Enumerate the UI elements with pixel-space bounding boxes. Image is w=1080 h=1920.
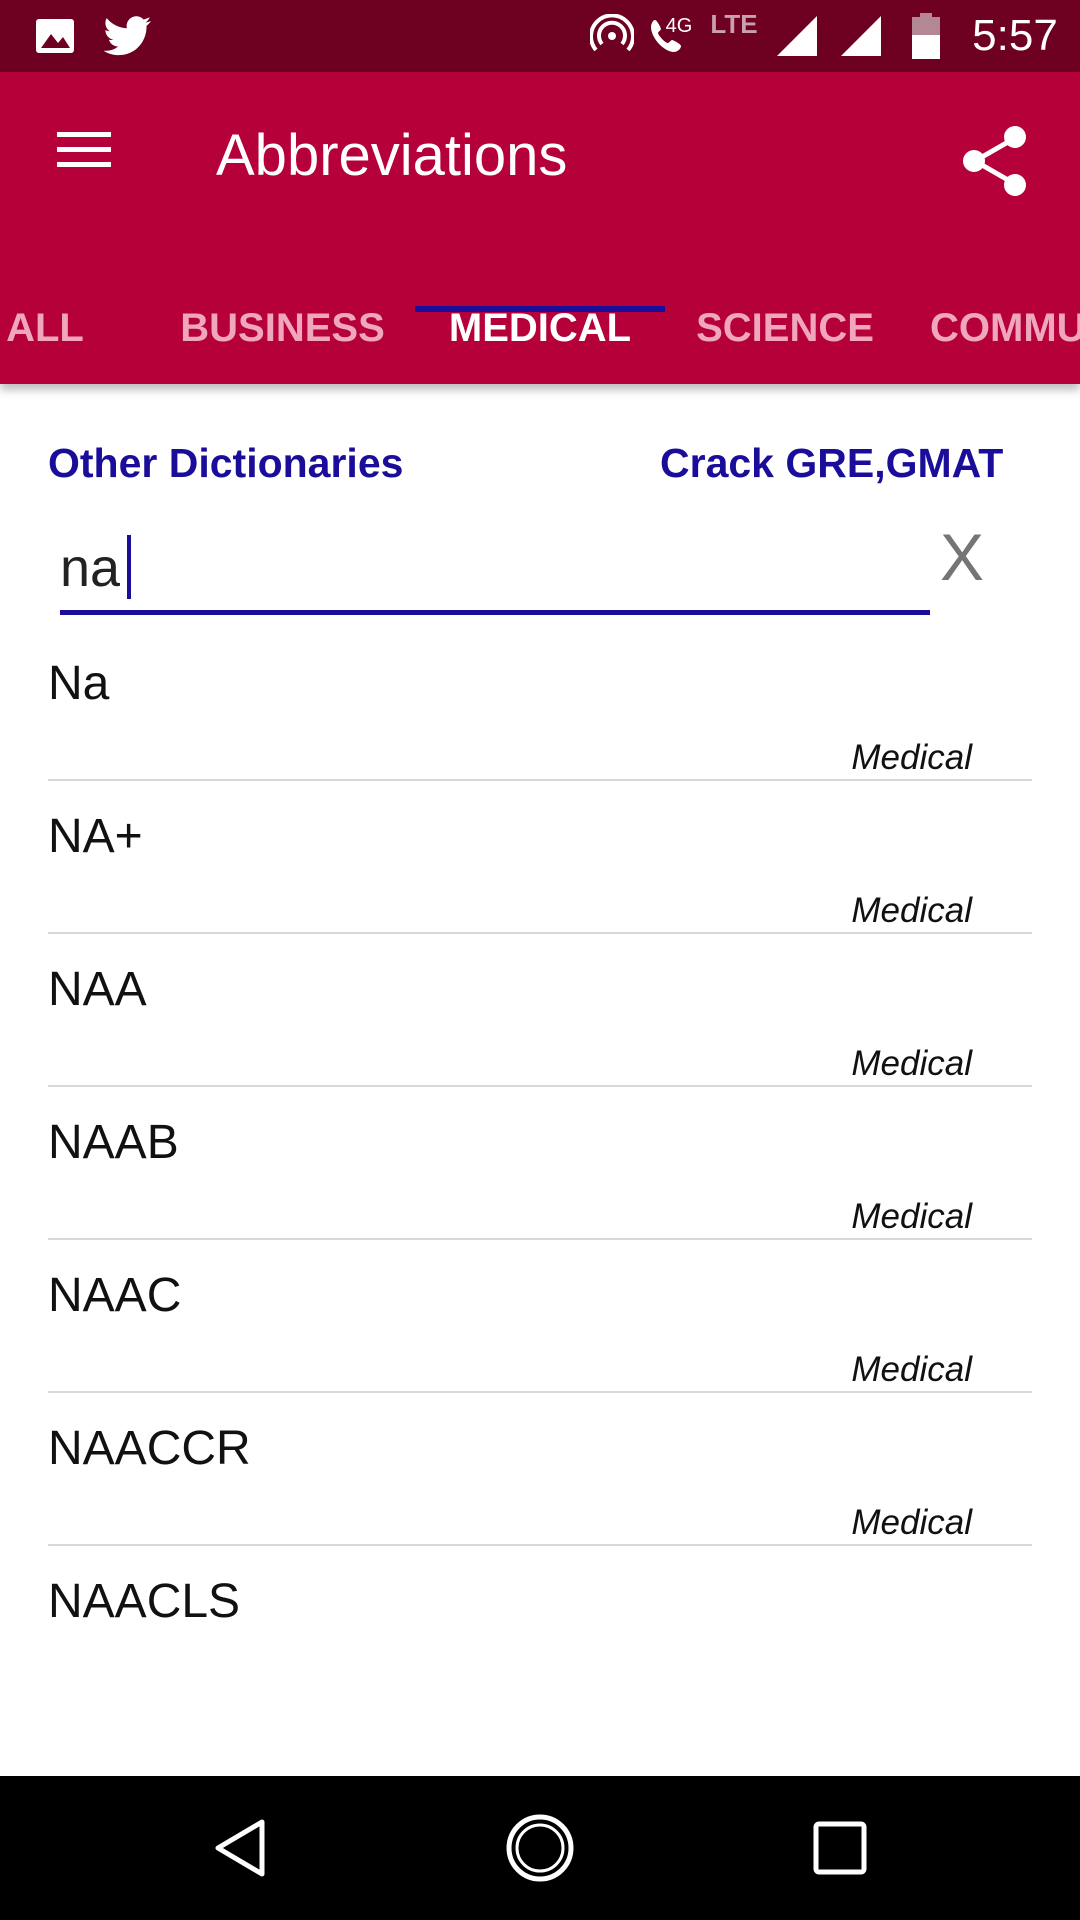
search-field [60,525,930,615]
twitter-icon [100,0,156,72]
signal-icon [836,0,886,72]
abbreviation-term: NAA [48,963,147,1016]
recents-icon [813,1821,867,1875]
active-tab-indicator [415,306,665,312]
signal-icon [772,0,822,72]
abbreviation-term: NAACLS [48,1575,241,1628]
share-button[interactable] [950,116,1040,206]
menu-icon [57,132,111,167]
abbreviation-term: NAAC [48,1269,182,1322]
navigation-bar [0,1776,1080,1920]
menu-button[interactable] [40,112,130,188]
tab-business[interactable]: BUSINESS [160,272,405,384]
abbreviation-term: Na [48,657,110,710]
list-item[interactable]: NA+ Medical [48,781,1032,934]
home-button[interactable] [490,1798,590,1898]
list-item[interactable]: NAAC Medical [48,1240,1032,1393]
tab-medical[interactable]: MEDICAL [415,272,665,384]
clear-search-button[interactable]: X [930,515,994,599]
list-item[interactable]: NAA Medical [48,934,1032,1087]
network-lte-label: LTE [710,8,758,39]
abbreviation-category: Medical [851,891,972,930]
abbreviation-category: Medical [851,738,972,777]
home-icon [506,1814,574,1882]
page-title: Abbreviations [216,123,568,188]
results-list: Na Medical NA+ Medical NAA Medical NAAB … [48,628,1032,1776]
battery-icon [906,0,946,72]
tab-communication[interactable]: COMMU [930,272,1080,384]
other-dictionaries-link[interactable]: Other Dictionaries [48,440,403,487]
search-input[interactable] [60,525,930,610]
app-bar: Abbreviations ALL BUSINESS MEDICAL SCIEN… [0,72,1080,384]
share-icon [963,126,1026,196]
text-cursor [127,535,131,599]
crack-gre-gmat-link[interactable]: Crack GRE,GMAT [660,440,1003,487]
abbreviation-category: Medical [851,1350,972,1389]
abbreviation-category: Medical [851,1044,972,1083]
list-item[interactable]: NAACCR Medical [48,1393,1032,1546]
tab-all[interactable]: ALL [0,272,100,384]
recents-button[interactable] [790,1798,890,1898]
abbreviation-term: NA+ [48,810,143,863]
list-item[interactable]: NAAB Medical [48,1087,1032,1240]
list-item[interactable]: Na Medical [48,628,1032,781]
abbreviation-category: Medical [851,1197,972,1236]
list-item[interactable]: NAACLS [48,1546,1032,1699]
tab-bar: ALL BUSINESS MEDICAL SCIENCE COMMU [0,272,1080,384]
back-icon [215,1819,265,1877]
abbreviation-term: NAACCR [48,1422,251,1475]
network-4g-label: 4G [665,14,693,37]
abbreviation-term: NAAB [48,1116,179,1169]
status-time: 5:57 [972,11,1058,60]
status-bar: 4G LTE 5:57 [0,0,1080,72]
image-icon [30,0,80,72]
tab-science[interactable]: SCIENCE [680,272,890,384]
hotspot-icon [588,0,636,72]
abbreviation-category: Medical [851,1503,972,1542]
back-button[interactable] [190,1798,290,1898]
